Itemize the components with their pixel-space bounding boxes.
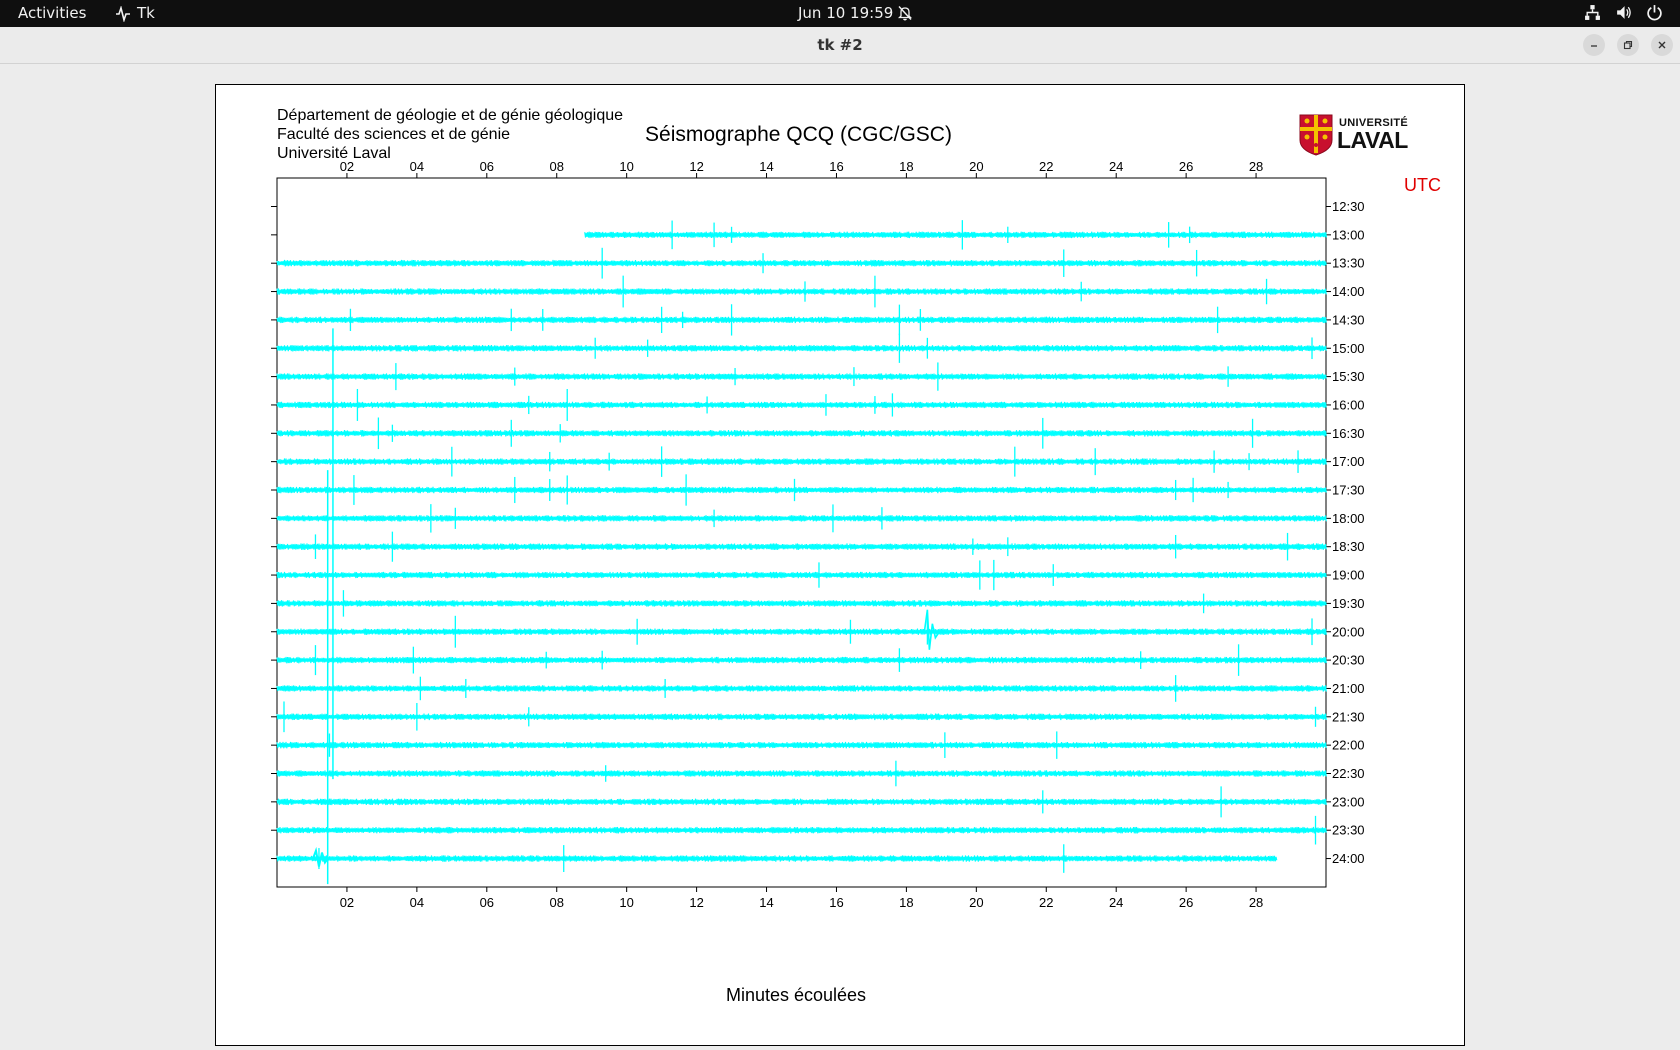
- seismic-trace: [276, 741, 1327, 749]
- seismic-trace: [276, 373, 1327, 380]
- system-top-bar: Activities Tk Jun 10 19:59: [0, 0, 1680, 27]
- y-tick-label: 13:30: [1332, 256, 1365, 271]
- x-tick-label-bottom: 02: [340, 895, 354, 910]
- x-tick-label-top: 14: [759, 159, 773, 174]
- power-icon[interactable]: [1646, 4, 1663, 21]
- minimize-button[interactable]: [1583, 34, 1605, 56]
- y-tick-label: 21:30: [1332, 709, 1365, 724]
- app-menu-button[interactable]: Tk: [115, 4, 155, 23]
- y-tick-label: 14:00: [1332, 284, 1365, 299]
- x-tick-label-top: 12: [689, 159, 703, 174]
- y-tick-label: 20:30: [1332, 653, 1365, 668]
- y-tick-label: 19:00: [1332, 568, 1365, 583]
- seismic-trace: [276, 486, 1327, 494]
- x-tick-label-top: 24: [1109, 159, 1123, 174]
- seismic-trace: [276, 345, 1327, 352]
- seismic-trace: [276, 656, 1327, 664]
- window-content: Département de géologie et de génie géol…: [0, 64, 1680, 1050]
- x-tick-label-bottom: 26: [1179, 895, 1193, 910]
- y-tick-label: 23:30: [1332, 823, 1365, 838]
- x-tick-label-bottom: 22: [1039, 895, 1053, 910]
- y-tick-label: 15:30: [1332, 369, 1365, 384]
- y-tick-label: 22:30: [1332, 766, 1365, 781]
- volume-icon[interactable]: [1615, 4, 1632, 21]
- y-tick-label: 14:30: [1332, 312, 1365, 327]
- seismic-trace: [276, 458, 1327, 465]
- y-tick-label: 22:00: [1332, 738, 1365, 753]
- seismogram-plot: 02 02 04 04 06 06 08 08 10 10 12 12 14 14 16 16 18 18 20 20…: [271, 159, 1365, 910]
- y-tick-label: 15:00: [1332, 341, 1365, 356]
- x-tick-label-top: 20: [969, 159, 983, 174]
- x-tick-label-top: 16: [829, 159, 843, 174]
- x-tick-label-bottom: 20: [969, 895, 983, 910]
- x-tick-label-bottom: 12: [689, 895, 703, 910]
- y-tick-label: 16:00: [1332, 397, 1365, 412]
- x-tick-label-bottom: 24: [1109, 895, 1123, 910]
- close-button[interactable]: [1651, 34, 1673, 56]
- seismic-trace: [276, 515, 1327, 522]
- restore-icon: [1623, 40, 1633, 50]
- y-tick-label: 13:00: [1332, 227, 1365, 242]
- restore-button[interactable]: [1617, 34, 1639, 56]
- tk-app-icon: [116, 5, 130, 22]
- x-tick-label-top: 08: [549, 159, 563, 174]
- seismic-trace: [276, 713, 1327, 721]
- x-tick-label-top: 22: [1039, 159, 1053, 174]
- x-tick-label-bottom: 18: [899, 895, 913, 910]
- app-menu-label: Tk: [137, 4, 155, 22]
- y-tick-label: 16:30: [1332, 426, 1365, 441]
- x-tick-label-bottom: 06: [480, 895, 494, 910]
- x-tick-label-top: 18: [899, 159, 913, 174]
- x-tick-label-bottom: 08: [549, 895, 563, 910]
- y-tick-label: 20:00: [1332, 624, 1365, 639]
- x-tick-label-top: 02: [340, 159, 354, 174]
- seismic-trace: [276, 259, 1327, 267]
- y-tick-label: 12:30: [1332, 199, 1365, 214]
- x-axis-label: Minutes écoulées: [725, 985, 867, 1005]
- window-title-bar[interactable]: tk #2: [0, 27, 1680, 64]
- seismic-trace: [276, 628, 1327, 635]
- seismic-trace: [276, 401, 1327, 409]
- seismic-trace: [276, 430, 1327, 437]
- seismic-trace: [276, 288, 1327, 295]
- seismic-trace: [276, 316, 1327, 324]
- x-tick-label-top: 10: [619, 159, 633, 174]
- x-tick-label-bottom: 10: [619, 895, 633, 910]
- y-tick-label: 23:00: [1332, 794, 1365, 809]
- y-tick-label: 21:00: [1332, 681, 1365, 696]
- minimize-icon: [1591, 45, 1597, 47]
- plot-frame: [276, 177, 1327, 888]
- y-tick-label: 18:30: [1332, 539, 1365, 554]
- x-tick-label-bottom: 04: [410, 895, 424, 910]
- activities-button[interactable]: Activities: [18, 4, 86, 23]
- y-tick-label: 19:30: [1332, 596, 1365, 611]
- network-icon[interactable]: [1584, 4, 1601, 21]
- seismic-trace: [276, 543, 1327, 550]
- x-tick-label-top: 06: [480, 159, 494, 174]
- seismic-trace: [276, 798, 1327, 806]
- x-tick-label-top: 28: [1249, 159, 1263, 174]
- x-tick-label-bottom: 16: [829, 895, 843, 910]
- clock-button[interactable]: Jun 10 19:59: [798, 4, 893, 23]
- notifications-off-icon[interactable]: [897, 5, 913, 26]
- window-title: tk #2: [817, 36, 863, 54]
- y-tick-label: 17:00: [1332, 454, 1365, 469]
- seismic-trace: [276, 685, 1327, 692]
- y-tick-label: 24:00: [1332, 851, 1365, 866]
- close-icon: [1658, 41, 1666, 49]
- seismic-trace: [276, 770, 1327, 777]
- seismic-trace: [276, 571, 1327, 579]
- x-tick-label-bottom: 14: [759, 895, 773, 910]
- seismic-trace: [584, 231, 1328, 239]
- x-tick-label-top: 04: [410, 159, 424, 174]
- x-tick-label-bottom: 28: [1249, 895, 1263, 910]
- seismic-trace: [276, 826, 1327, 834]
- y-tick-label: 18:00: [1332, 511, 1365, 526]
- y-tick-label: 17:30: [1332, 483, 1365, 498]
- seismogram-canvas: Département de géologie et de génie géol…: [215, 84, 1465, 1046]
- seismic-trace: [276, 855, 1278, 862]
- x-tick-label-top: 26: [1179, 159, 1193, 174]
- seismic-trace: [276, 600, 1327, 607]
- system-tray[interactable]: [1584, 4, 1663, 21]
